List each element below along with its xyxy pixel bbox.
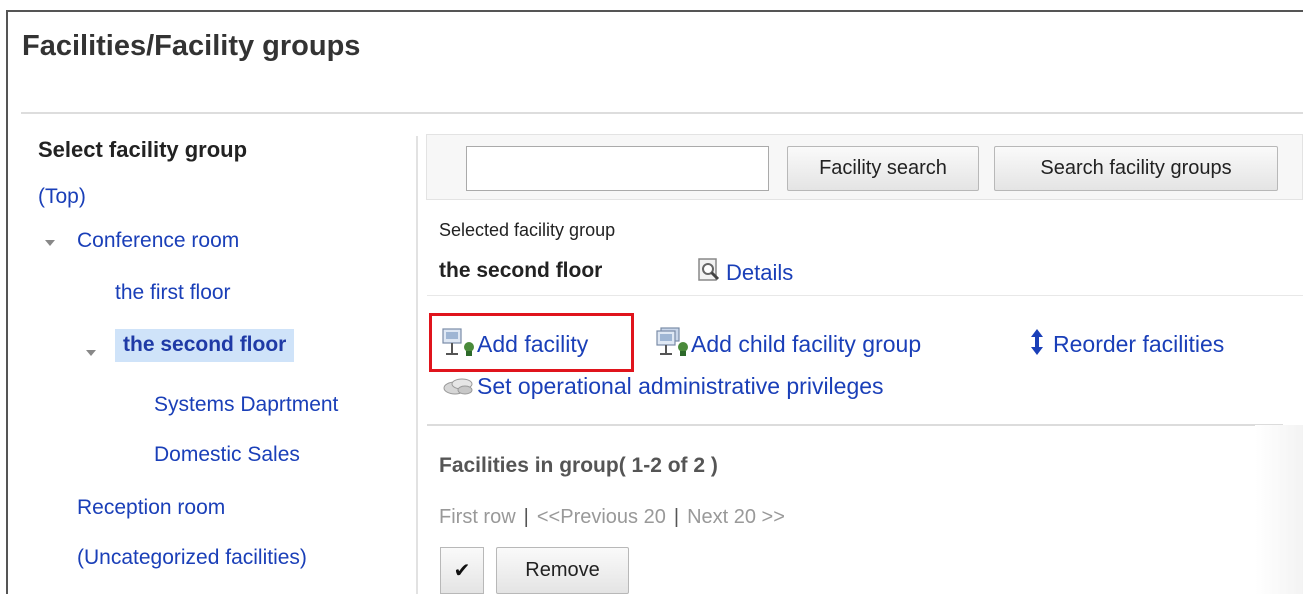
tree-item-top[interactable]: (Top): [38, 185, 86, 209]
remove-button[interactable]: Remove: [496, 547, 629, 594]
section-divider: [427, 295, 1303, 296]
paging-separator: |: [673, 506, 680, 528]
next-page-link: Next 20 >>: [687, 506, 785, 528]
panel-divider: [416, 136, 418, 594]
checkmark-icon: ✔: [453, 560, 471, 582]
tree-item-first-floor[interactable]: the first floor: [115, 281, 231, 305]
privileges-icon: [441, 369, 477, 404]
set-privileges-label: Set operational administrative privilege…: [477, 373, 884, 399]
paging-separator: |: [523, 506, 529, 528]
reorder-facilities-link[interactable]: Reorder facilities: [1029, 327, 1224, 362]
reorder-arrows-icon: [1029, 327, 1045, 362]
select-all-checkmark-button[interactable]: ✔: [440, 547, 484, 594]
section-divider: [427, 424, 1283, 426]
tree-item-reception-room[interactable]: Reception room: [77, 496, 225, 520]
details-label: Details: [726, 259, 794, 285]
add-child-group-icon: [655, 327, 691, 362]
add-child-group-label: Add child facility group: [691, 331, 922, 357]
selected-group-label: Selected facility group: [439, 220, 616, 240]
first-row-link: First row: [439, 506, 516, 528]
tree-header: Select facility group: [38, 137, 248, 162]
tree-item-second-floor[interactable]: the second floor: [115, 329, 295, 362]
facility-search-button[interactable]: Facility search: [787, 146, 979, 191]
pagination: First row | <<Previous 20 | Next 20 >>: [439, 506, 785, 529]
highlight-box: [429, 313, 634, 372]
previous-page-link: <<Previous 20: [536, 506, 666, 528]
tree-item-conference-room[interactable]: Conference room: [77, 229, 239, 253]
page-title: Facilities/Facility groups: [22, 30, 361, 62]
selected-group-name: the second floor: [439, 259, 603, 282]
scroll-area-shade: [1255, 425, 1303, 594]
search-facility-groups-button[interactable]: Search facility groups: [994, 146, 1278, 191]
search-input[interactable]: [466, 146, 769, 191]
tree-item-systems-department[interactable]: Systems Daprtment: [154, 393, 338, 417]
collapse-arrow-icon[interactable]: [45, 240, 55, 246]
collapse-arrow-icon[interactable]: [86, 350, 96, 356]
facilities-in-group-title: Facilities in group( 1-2 of 2 ): [439, 454, 718, 477]
add-child-group-link[interactable]: Add child facility group: [655, 327, 921, 362]
magnifier-icon: [696, 257, 722, 288]
tree-item-domestic-sales[interactable]: Domestic Sales: [154, 443, 300, 467]
reorder-facilities-label: Reorder facilities: [1053, 331, 1225, 357]
tree-item-uncategorized[interactable]: (Uncategorized facilities): [77, 546, 307, 570]
details-link[interactable]: Details: [696, 257, 793, 288]
set-privileges-link[interactable]: Set operational administrative privilege…: [441, 369, 884, 404]
